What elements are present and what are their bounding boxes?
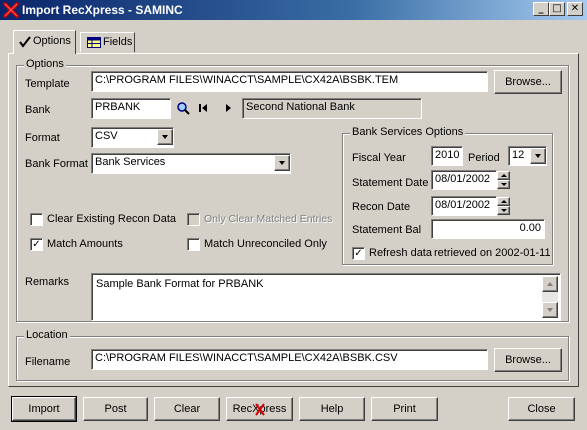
- print-button[interactable]: Print: [371, 397, 438, 421]
- tab-fields-label: Fields: [103, 36, 133, 48]
- only-clear-matched-checkbox[interactable]: [187, 213, 200, 226]
- template-label: Template: [25, 78, 70, 90]
- statement-date-up-icon[interactable]: [497, 171, 510, 180]
- filename-browse-button[interactable]: Browse...: [494, 348, 562, 372]
- window-title: Import RecXpress - SAMINC: [22, 3, 183, 17]
- match-unreconciled-checkbox[interactable]: [187, 238, 200, 251]
- recxpress-button[interactable]: RecXpress: [226, 397, 293, 421]
- magnifier-icon[interactable]: [176, 101, 190, 115]
- maximize-icon: □: [552, 3, 562, 14]
- fiscal-year-label: Fiscal Year: [352, 152, 406, 164]
- remarks-label: Remarks: [25, 276, 70, 288]
- bank-format-value: Bank Services: [95, 156, 166, 168]
- statement-bal-label: Statement Bal: [352, 224, 422, 236]
- period-value: 12: [512, 149, 525, 161]
- clear-existing-checkbox[interactable]: [30, 213, 43, 226]
- maximize-button[interactable]: □: [549, 2, 565, 16]
- recon-date-spinner[interactable]: [497, 197, 510, 215]
- recon-date-down-icon[interactable]: [497, 206, 510, 215]
- app-x-icon: [3, 2, 19, 18]
- recon-date-label: Recon Date: [352, 201, 411, 213]
- period-dropdown-button[interactable]: [530, 148, 546, 164]
- close-icon: ✕: [570, 3, 580, 14]
- template-input[interactable]: C:\PROGRAM FILES\WINACCT\SAMPLE\CX42A\BS…: [91, 71, 488, 92]
- statement-date-down-icon[interactable]: [497, 180, 510, 189]
- tab-fields[interactable]: Fields: [80, 32, 135, 52]
- options-group-label: Options: [24, 58, 66, 70]
- bank-format-label: Bank Format: [25, 158, 88, 170]
- remarks-scrollbar[interactable]: [542, 276, 558, 318]
- red-x-icon: [255, 403, 265, 416]
- recon-date-up-icon[interactable]: [497, 197, 510, 206]
- bank-format-dropdown-button[interactable]: [274, 155, 290, 171]
- refresh-data-checkbox[interactable]: ✓: [352, 247, 365, 260]
- checkmark-icon: [19, 36, 31, 48]
- bank-name-display: Second National Bank: [242, 98, 422, 119]
- filename-input[interactable]: C:\PROGRAM FILES\WINACCT\SAMPLE\CX42A\BS…: [91, 349, 488, 370]
- statement-date-spinner[interactable]: [497, 171, 510, 189]
- template-browse-button[interactable]: Browse...: [494, 70, 562, 94]
- format-label: Format: [25, 132, 60, 144]
- remarks-textarea[interactable]: Sample Bank Format for PRBANK: [91, 273, 561, 321]
- next-record-icon[interactable]: [225, 103, 232, 113]
- bank-services-group-label: Bank Services Options: [350, 126, 466, 138]
- help-button[interactable]: Help: [299, 397, 365, 421]
- period-label: Period: [468, 152, 500, 164]
- statement-date-input[interactable]: 08/01/2002: [431, 170, 497, 190]
- first-record-icon[interactable]: [199, 103, 208, 113]
- tab-options-label: Options: [33, 35, 71, 47]
- minimize-button[interactable]: _: [533, 2, 549, 16]
- bank-label: Bank: [25, 104, 51, 116]
- bank-input[interactable]: PRBANK: [91, 98, 171, 119]
- grid-icon: [87, 37, 101, 48]
- title-bar[interactable]: Import RecXpress - SAMINC _ □ ✕: [0, 0, 587, 20]
- statement-date-label: Statement Date: [352, 177, 429, 189]
- match-unreconciled-label: Match Unreconciled Only: [204, 238, 327, 250]
- bank-format-select[interactable]: Bank Services: [91, 153, 291, 174]
- match-amounts-label: Match Amounts: [47, 238, 123, 250]
- statement-bal-input[interactable]: 0.00: [431, 219, 545, 239]
- recon-date-input[interactable]: 08/01/2002: [431, 196, 497, 216]
- format-value: CSV: [95, 130, 118, 142]
- post-button[interactable]: Post: [83, 397, 148, 421]
- tab-options[interactable]: Options: [13, 30, 76, 54]
- close-window-button[interactable]: ✕: [567, 2, 583, 16]
- minimize-icon: _: [538, 3, 544, 14]
- filename-label: Filename: [25, 356, 71, 368]
- retrieved-on-text: retrieved on 2002-01-11: [434, 247, 551, 259]
- only-clear-matched-label: Only Clear Matched Entries: [204, 213, 333, 225]
- scroll-up-icon[interactable]: [542, 276, 558, 292]
- remarks-text: Sample Bank Format for PRBANK: [96, 278, 264, 290]
- format-dropdown-button[interactable]: [157, 129, 173, 145]
- location-group-label: Location: [24, 329, 70, 341]
- fiscal-year-input[interactable]: 2010: [431, 146, 463, 166]
- clear-existing-label: Clear Existing Recon Data: [47, 213, 177, 225]
- import-button[interactable]: Import: [11, 396, 77, 422]
- match-amounts-checkbox[interactable]: ✓: [30, 238, 43, 251]
- refresh-data-label: Refresh data: [369, 247, 432, 259]
- close-button[interactable]: Close: [508, 397, 575, 421]
- clear-button[interactable]: Clear: [154, 397, 220, 421]
- scroll-down-icon[interactable]: [542, 302, 558, 318]
